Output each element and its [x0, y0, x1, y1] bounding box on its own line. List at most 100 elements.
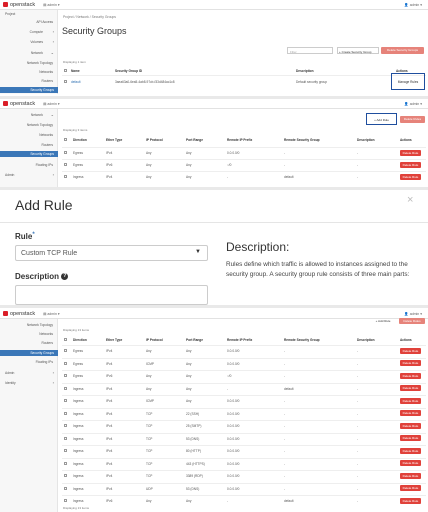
select-all-checkbox[interactable] [64, 69, 67, 72]
delete-rule-button[interactable]: Delete Rule [400, 447, 421, 454]
column-header-direction[interactable]: Direction [73, 338, 87, 342]
delete-rule-button[interactable]: Delete Rule [400, 347, 421, 354]
delete-rule-button[interactable]: Delete Rule [400, 385, 421, 391]
row-checkbox[interactable] [64, 399, 67, 402]
column-header-ether-type[interactable]: Ether Type [106, 138, 122, 142]
sidebar-item-network[interactable]: Network [31, 51, 43, 55]
sidebar-item-security-groups[interactable]: Security Groups [0, 87, 58, 93]
sidebar-item-networks[interactable]: Networks [39, 332, 53, 336]
manage-rules-button[interactable]: Manage Rules [391, 73, 425, 90]
delete-rule-button[interactable]: Delete Rule [400, 360, 421, 366]
row-checkbox[interactable] [64, 374, 67, 377]
sidebar-item-routers[interactable]: Routers [41, 341, 53, 345]
user-menu[interactable]: 👤 admin ▾ [404, 102, 422, 106]
delete-security-groups-button[interactable]: Delete Security Groups [381, 47, 424, 54]
delete-rule-button[interactable]: Delete Rule [400, 372, 421, 379]
sidebar-item-security-groups[interactable]: Security Groups [0, 151, 58, 157]
select-all-checkbox[interactable] [64, 138, 67, 141]
column-header-remote-security-group[interactable]: Remote Security Group [284, 138, 320, 142]
sidebar-item-routers[interactable]: Routers [41, 79, 53, 83]
cell-ether-type: IPv4 [106, 461, 113, 466]
delete-rule-button[interactable]: Delete Rule [400, 497, 421, 504]
column-header-port-range[interactable]: Port Range [186, 138, 203, 142]
add-rule-button[interactable]: + Add Rule [366, 113, 397, 125]
row-checkbox[interactable] [64, 486, 67, 490]
row-checkbox[interactable] [64, 349, 67, 352]
row-checkbox[interactable] [64, 474, 67, 477]
create-security-group-button[interactable]: + Create Security Group [337, 47, 379, 54]
row-checkbox[interactable] [64, 424, 67, 427]
column-header-remote-ip-prefix[interactable]: Remote IP Prefix [227, 338, 252, 342]
add-rule-button[interactable]: + Add Rule [370, 319, 396, 324]
row-checkbox[interactable] [64, 151, 67, 154]
delete-rule-button[interactable]: Delete Rule [400, 161, 421, 168]
delete-rule-button[interactable]: Delete Rule [400, 410, 421, 416]
column-header-description[interactable]: Description [357, 138, 375, 142]
rule-select[interactable]: Custom TCP Rule ▼ [15, 245, 208, 261]
sidebar-item-security-groups[interactable]: Security Groups [0, 350, 58, 356]
sidebar-item-volumes[interactable]: Volumes [30, 40, 43, 44]
delete-rule-button[interactable]: Delete Rule [400, 173, 421, 180]
sidebar-item-networks[interactable]: Networks [39, 70, 53, 74]
openstack-logo[interactable]: openstack [3, 311, 35, 317]
question-circle-icon[interactable]: ? [61, 273, 69, 281]
sidebar-item-compute[interactable]: Compute [30, 30, 43, 34]
delete-rule-button[interactable]: Delete Rule [400, 472, 421, 479]
delete-rules-button[interactable]: Delete Rules [400, 116, 425, 123]
row-checkbox[interactable] [64, 411, 67, 415]
top-navbar: openstack ▤ admin ▾ 👤 admin ▾ [0, 0, 428, 10]
row-checkbox[interactable] [64, 361, 67, 365]
row-checkbox[interactable] [64, 163, 67, 166]
row-checkbox[interactable] [64, 386, 67, 390]
column-header-name[interactable]: Name [71, 69, 80, 73]
column-header-description[interactable]: Description [296, 69, 314, 73]
sidebar-item-network[interactable]: Network [31, 113, 43, 117]
column-header-description[interactable]: Description [357, 338, 375, 342]
sidebar-item-admin[interactable]: Admin [5, 173, 14, 177]
project-selector[interactable]: ▤ admin ▾ [43, 312, 60, 316]
project-selector[interactable]: ▤ admin ▾ [43, 102, 60, 106]
description-textarea[interactable] [15, 285, 208, 305]
column-header-remote-security-group[interactable]: Remote Security Group [284, 338, 320, 342]
sidebar-item-networks[interactable]: Networks [39, 133, 53, 137]
column-header-remote-ip-prefix[interactable]: Remote IP Prefix [227, 138, 252, 142]
user-menu[interactable]: 👤 admin ▾ [404, 312, 422, 316]
delete-rule-button[interactable]: Delete Rule [400, 460, 421, 466]
row-checkbox[interactable] [64, 80, 67, 83]
delete-rule-button[interactable]: Delete Rule [400, 397, 421, 404]
security-group-name[interactable]: default [71, 80, 81, 84]
sidebar-item-identity[interactable]: Identity [5, 381, 16, 385]
sidebar-item-floating-ips[interactable]: Floating IPs [36, 360, 53, 364]
select-all-checkbox[interactable] [64, 338, 67, 341]
sidebar-item-project[interactable]: Project [5, 12, 15, 16]
row-checkbox[interactable] [64, 499, 67, 502]
delete-rule-button[interactable]: Delete Rule [400, 422, 421, 429]
column-header-direction[interactable]: Direction [73, 138, 87, 142]
delete-rules-button[interactable]: Delete Rules [399, 318, 425, 324]
column-header-ether-type[interactable]: Ether Type [106, 338, 122, 342]
sidebar-item-network-topology[interactable]: Network Topology [27, 61, 53, 65]
sidebar-item-floating-ips[interactable]: Floating IPs [36, 163, 53, 167]
user-menu[interactable]: 👤 admin ▾ [404, 3, 422, 7]
row-checkbox[interactable] [64, 175, 67, 178]
sidebar-item-network-topology[interactable]: Network Topology [27, 123, 53, 127]
sidebar-item-routers[interactable]: Routers [41, 143, 53, 147]
delete-rule-button[interactable]: Delete Rule [400, 485, 421, 491]
row-checkbox[interactable] [64, 449, 67, 452]
sidebar-item-admin[interactable]: Admin [5, 371, 14, 375]
sidebar-item-network-topology[interactable]: Network Topology [27, 323, 53, 327]
row-checkbox[interactable] [64, 436, 67, 440]
sidebar-item-api-access[interactable]: API Access [36, 20, 53, 24]
filter-input[interactable]: Filter [287, 47, 333, 54]
row-checkbox[interactable] [64, 461, 67, 465]
close-icon[interactable]: × [407, 194, 413, 206]
delete-rule-button[interactable]: Delete Rule [400, 149, 421, 156]
delete-rule-button[interactable]: Delete Rule [400, 435, 421, 441]
openstack-logo[interactable]: openstack [3, 101, 35, 107]
column-header-port-range[interactable]: Port Range [186, 338, 203, 342]
openstack-logo[interactable]: openstack [3, 2, 35, 8]
column-header-ip-protocol[interactable]: IP Protocol [146, 338, 163, 342]
column-header-security-group-id[interactable]: Security Group ID [115, 69, 142, 73]
column-header-ip-protocol[interactable]: IP Protocol [146, 138, 163, 142]
project-selector[interactable]: ▤ admin ▾ [43, 3, 60, 7]
